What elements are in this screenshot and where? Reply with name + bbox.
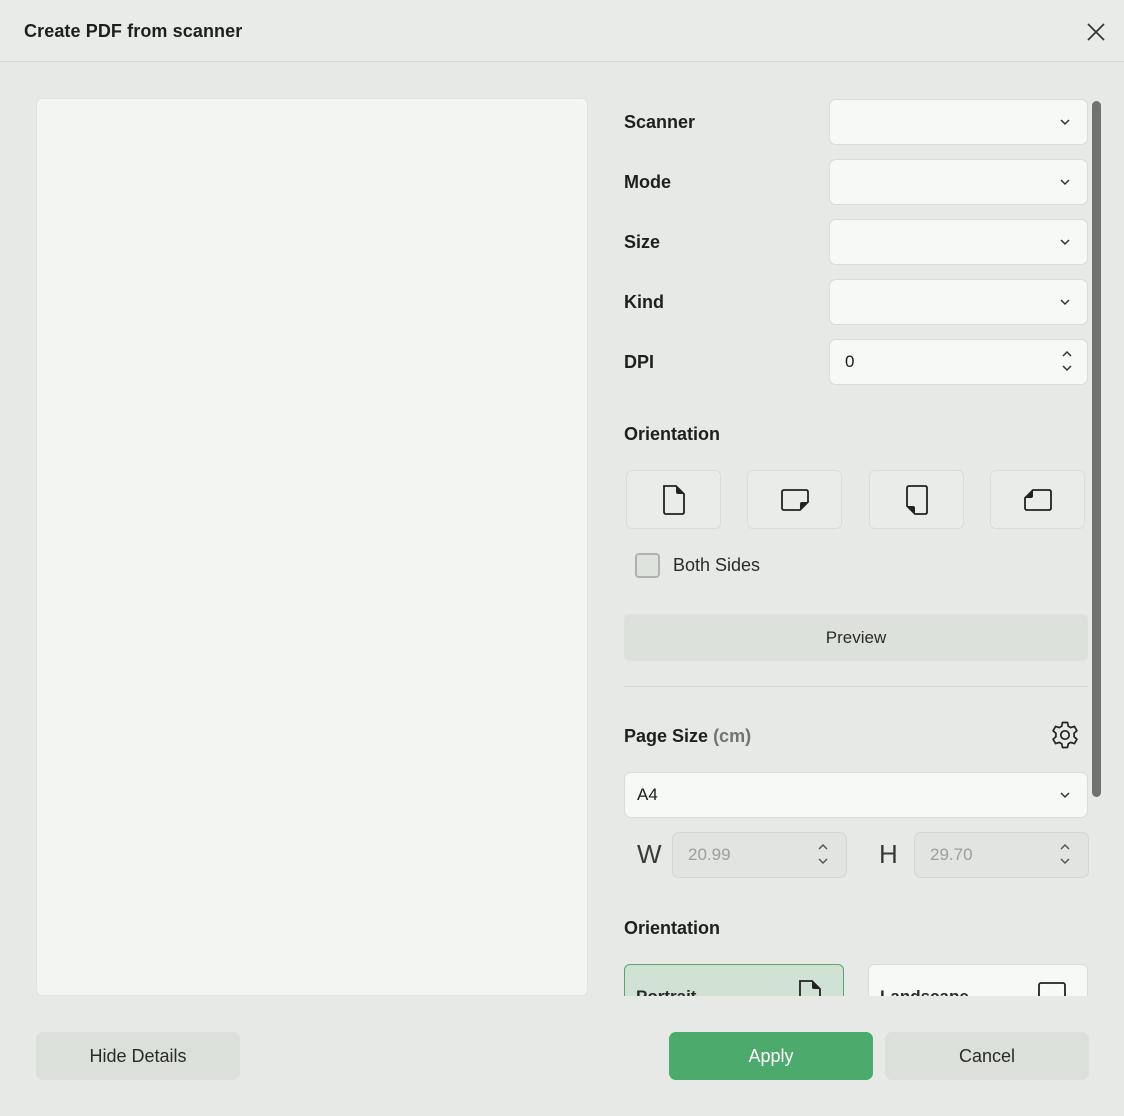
- page-size-unit: (cm): [713, 726, 752, 746]
- size-select[interactable]: [829, 219, 1088, 265]
- page-landscape-icon: [780, 488, 809, 511]
- chevron-up-icon[interactable]: [817, 842, 829, 851]
- height-value: 29.70: [930, 845, 973, 864]
- scanner-label: Scanner: [624, 112, 696, 132]
- settings-panel: Scanner Mode Size Kind DPI 0 Orientation: [624, 98, 1090, 996]
- preview-button[interactable]: Preview: [624, 614, 1088, 661]
- page-portrait-flipped-icon: [905, 484, 928, 515]
- chevron-down-icon[interactable]: [817, 857, 829, 866]
- height-label: H: [879, 839, 898, 869]
- page-orientation-title: Orientation: [624, 918, 721, 938]
- kind-label: Kind: [624, 292, 664, 312]
- title-bar: Create PDF from scanner: [0, 0, 1124, 62]
- orientation-portrait-button[interactable]: [626, 470, 721, 529]
- both-sides-label: Both Sides: [673, 555, 761, 575]
- dpi-spinbox[interactable]: 0: [829, 339, 1088, 385]
- orientation-landscape-button[interactable]: [747, 470, 842, 529]
- both-sides-checkbox[interactable]: [635, 553, 660, 578]
- chevron-up-icon[interactable]: [1061, 349, 1073, 358]
- chevron-down-icon[interactable]: [1061, 364, 1073, 373]
- kind-select[interactable]: [829, 279, 1088, 325]
- orientation-landscape-flipped-button[interactable]: [990, 470, 1085, 529]
- chevron-down-icon: [1060, 119, 1070, 126]
- landscape-option-label: Landscape: [880, 987, 969, 996]
- hide-details-button[interactable]: Hide Details: [36, 1032, 240, 1080]
- page-portrait-icon: [799, 980, 821, 996]
- width-label: W: [637, 839, 662, 869]
- scan-preview-area: [36, 98, 588, 996]
- chevron-up-icon[interactable]: [1059, 842, 1071, 851]
- page-size-select-value: A4: [637, 785, 658, 804]
- mode-label: Mode: [624, 172, 671, 192]
- landscape-option-card[interactable]: Landscape: [868, 964, 1088, 996]
- apply-button[interactable]: Apply: [669, 1032, 873, 1080]
- both-sides-checkbox-row[interactable]: Both Sides: [635, 553, 760, 578]
- chevron-down-icon: [1060, 239, 1070, 246]
- page-size-title: Page Size (cm): [624, 726, 751, 747]
- width-value: 20.99: [688, 845, 731, 864]
- width-input[interactable]: 20.99: [672, 832, 847, 878]
- page-landscape-flipped-icon: [1023, 488, 1052, 511]
- page-portrait-icon: [662, 484, 685, 515]
- gear-icon[interactable]: [1049, 719, 1081, 751]
- page-size-select[interactable]: A4: [624, 772, 1088, 818]
- dialog-title: Create PDF from scanner: [24, 21, 243, 41]
- cancel-button[interactable]: Cancel: [885, 1032, 1089, 1080]
- scan-orientation-title: Orientation: [624, 424, 721, 444]
- width-stepper[interactable]: [817, 842, 829, 866]
- dpi-label: DPI: [624, 352, 655, 372]
- chevron-down-icon: [1060, 792, 1070, 799]
- portrait-option-label: Portrait: [636, 987, 696, 996]
- close-button[interactable]: [1078, 14, 1114, 50]
- mode-select[interactable]: [829, 159, 1088, 205]
- section-divider: [624, 686, 1088, 687]
- chevron-down-icon[interactable]: [1059, 857, 1071, 866]
- page-landscape-icon: [1038, 982, 1066, 996]
- close-icon: [1087, 23, 1105, 41]
- height-stepper[interactable]: [1059, 842, 1071, 866]
- dpi-value: 0: [845, 352, 855, 371]
- height-input[interactable]: 29.70: [914, 832, 1089, 878]
- settings-scrollbar[interactable]: [1092, 101, 1101, 797]
- size-label: Size: [624, 232, 661, 252]
- scanner-select[interactable]: [829, 99, 1088, 145]
- dpi-stepper[interactable]: [1061, 349, 1073, 373]
- orientation-portrait-flipped-button[interactable]: [869, 470, 964, 529]
- portrait-option-card[interactable]: Portrait: [624, 964, 844, 996]
- chevron-down-icon: [1060, 179, 1070, 186]
- page-size-title-text: Page Size: [624, 726, 709, 746]
- chevron-down-icon: [1060, 299, 1070, 306]
